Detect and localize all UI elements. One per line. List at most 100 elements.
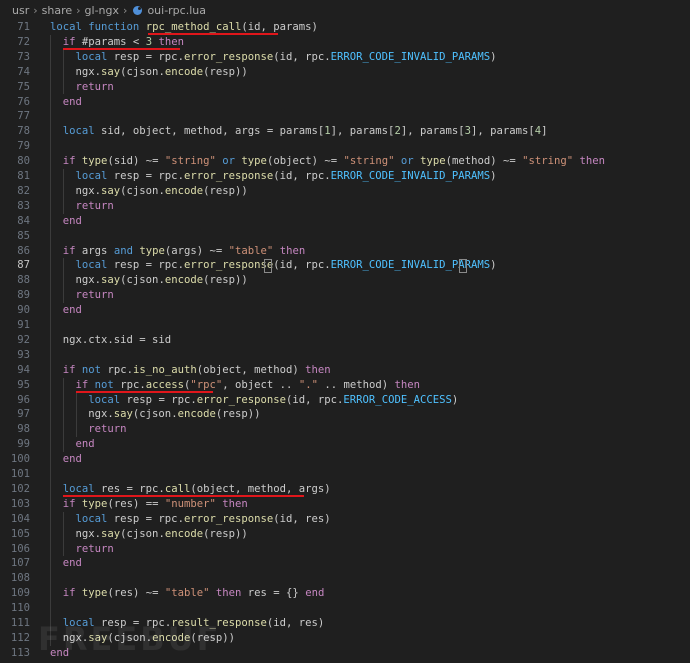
code-token: local — [75, 512, 108, 525]
code-text: ngx.say(cjson.encode(resp)) — [50, 184, 248, 199]
line-number: 81 — [17, 170, 30, 182]
code-token: res = {} — [241, 587, 306, 600]
code-line[interactable]: 93 — [0, 348, 690, 363]
code-token: ], params[ — [400, 125, 465, 138]
code-token: res = rpc. — [94, 482, 165, 495]
code-line[interactable]: 89 return — [0, 288, 690, 303]
code-line[interactable]: 91 — [0, 318, 690, 333]
code-token: then — [579, 155, 606, 168]
code-line[interactable]: 105 ngx.say(cjson.encode(resp)) — [0, 527, 690, 542]
code-line[interactable]: 110 — [0, 601, 690, 616]
code-token: ERROR_CODE_INVALID_PARAMS — [330, 50, 491, 63]
code-line[interactable]: 90 end — [0, 303, 690, 318]
code-line[interactable]: 75 return — [0, 80, 690, 95]
line-number: 82 — [17, 184, 30, 197]
code-token: ERROR_CODE_ACCESS — [343, 393, 452, 406]
code-token: type — [139, 244, 165, 257]
code-line[interactable]: 82 ngx.say(cjson.encode(resp)) — [0, 184, 690, 199]
code-text: end — [50, 214, 82, 229]
code-line[interactable]: 81 local resp = rpc.error_response(id, r… — [0, 169, 690, 184]
line-number: 71 — [17, 21, 30, 33]
code-text: if not rpc.is_no_auth(object, method) th… — [50, 363, 331, 378]
code-line[interactable]: 80 if type(sid) ~= "string" or type(obje… — [0, 154, 690, 169]
code-token: "table" — [228, 244, 274, 257]
code-token: if — [75, 378, 89, 391]
code-line[interactable]: 107 end — [0, 556, 690, 571]
code-token: then — [305, 363, 331, 376]
code-token: ] — [541, 125, 548, 138]
line-number: 84 — [17, 214, 30, 227]
line-number: 108 — [10, 572, 30, 585]
code-line[interactable]: 100 end — [0, 452, 690, 467]
line-number: 72 — [17, 35, 30, 48]
code-token: local — [75, 259, 108, 272]
code-token: ngx.ctx.sid = sid — [50, 333, 172, 346]
breadcrumb-share[interactable]: share — [42, 4, 73, 17]
code-line[interactable]: 86 if args and type(args) ~= "table" the… — [0, 244, 690, 259]
code-token: type — [420, 155, 446, 168]
code-line[interactable]: 83 return — [0, 199, 690, 214]
annotation-underline — [63, 494, 304, 497]
line-number: 86 — [17, 244, 30, 257]
code-line[interactable]: 74 ngx.say(cjson.encode(resp)) — [0, 65, 690, 80]
code-token: access — [145, 378, 184, 391]
code-token: args — [75, 244, 114, 257]
code-token: (method) ~= — [445, 155, 523, 168]
code-line[interactable]: 98 return — [0, 422, 690, 437]
code-line[interactable]: 97 ngx.say(cjson.encode(resp)) — [0, 407, 690, 422]
code-line[interactable]: 73 local resp = rpc.error_response(id, r… — [0, 50, 690, 65]
code-line[interactable]: 108 — [0, 571, 690, 586]
lua-file-icon — [133, 5, 143, 15]
breadcrumb-file[interactable]: oui-rpc.lua — [147, 4, 206, 17]
code-token: ], params[ — [330, 125, 395, 138]
indent-guide — [63, 258, 64, 304]
line-number: 79 — [17, 140, 30, 153]
code-token: .. method) — [317, 378, 395, 391]
code-token: error_response — [183, 170, 274, 182]
code-line[interactable]: 101 — [0, 467, 690, 482]
code-line[interactable]: 85 — [0, 229, 690, 244]
code-token: end — [62, 214, 82, 227]
line-number: 96 — [17, 393, 30, 406]
code-editor[interactable]: 71 local function rpc_method_call(id, par… — [0, 20, 690, 663]
breadcrumb-usr[interactable]: usr — [12, 4, 29, 17]
code-line[interactable]: 96 local resp = rpc.error_response(id, r… — [0, 393, 690, 408]
code-token: error_response — [183, 512, 274, 525]
code-token: (resp)) — [203, 65, 248, 78]
code-line[interactable]: 84 end — [0, 214, 690, 229]
code-token: encode — [164, 527, 204, 540]
code-line[interactable]: 99 end — [0, 437, 690, 452]
code-line[interactable]: 103 if type(res) == "number" then — [0, 497, 690, 512]
breadcrumb-gl-ngx[interactable]: gl-ngx — [85, 4, 119, 17]
code-line[interactable]: 104 local resp = rpc.error_response(id, … — [0, 512, 690, 527]
code-line[interactable]: 88 ngx.say(cjson.encode(resp)) — [0, 273, 690, 288]
code-token: local — [75, 170, 108, 182]
chevron-right-icon: › — [76, 3, 81, 17]
line-number: 76 — [17, 95, 30, 108]
code-line[interactable]: 109 if type(res) ~= "table" then res = {… — [0, 586, 690, 601]
indent-guide — [63, 377, 64, 453]
code-token: (res) ~= — [107, 587, 165, 600]
code-token: (id, rpc. — [273, 50, 331, 63]
code-line[interactable]: 76 end — [0, 95, 690, 110]
code-line[interactable]: 87 local resp = rpc.error_response(id, r… — [0, 258, 690, 273]
code-line[interactable]: 79 — [0, 139, 690, 154]
code-text: end — [50, 437, 95, 452]
code-token: then — [215, 587, 242, 600]
code-line[interactable]: 106 return — [0, 542, 690, 557]
code-line[interactable]: 77 — [0, 109, 690, 124]
code-line[interactable]: 71 local function rpc_method_call(id, par… — [0, 20, 690, 35]
line-number: 93 — [17, 348, 30, 361]
code-line[interactable]: 94 if not rpc.is_no_auth(object, method)… — [0, 363, 690, 378]
code-token: "string" — [164, 155, 216, 168]
code-token: resp = rpc. — [107, 512, 184, 525]
code-text: end — [50, 452, 82, 467]
breadcrumb: usr › share › gl-ngx › oui-rpc.lua — [0, 0, 690, 20]
code-token: or — [400, 155, 414, 168]
line-number: 97 — [17, 408, 30, 421]
code-line[interactable]: 92 ngx.ctx.sid = sid — [0, 333, 690, 348]
code-line[interactable]: 78 local sid, object, method, args = par… — [0, 124, 690, 139]
